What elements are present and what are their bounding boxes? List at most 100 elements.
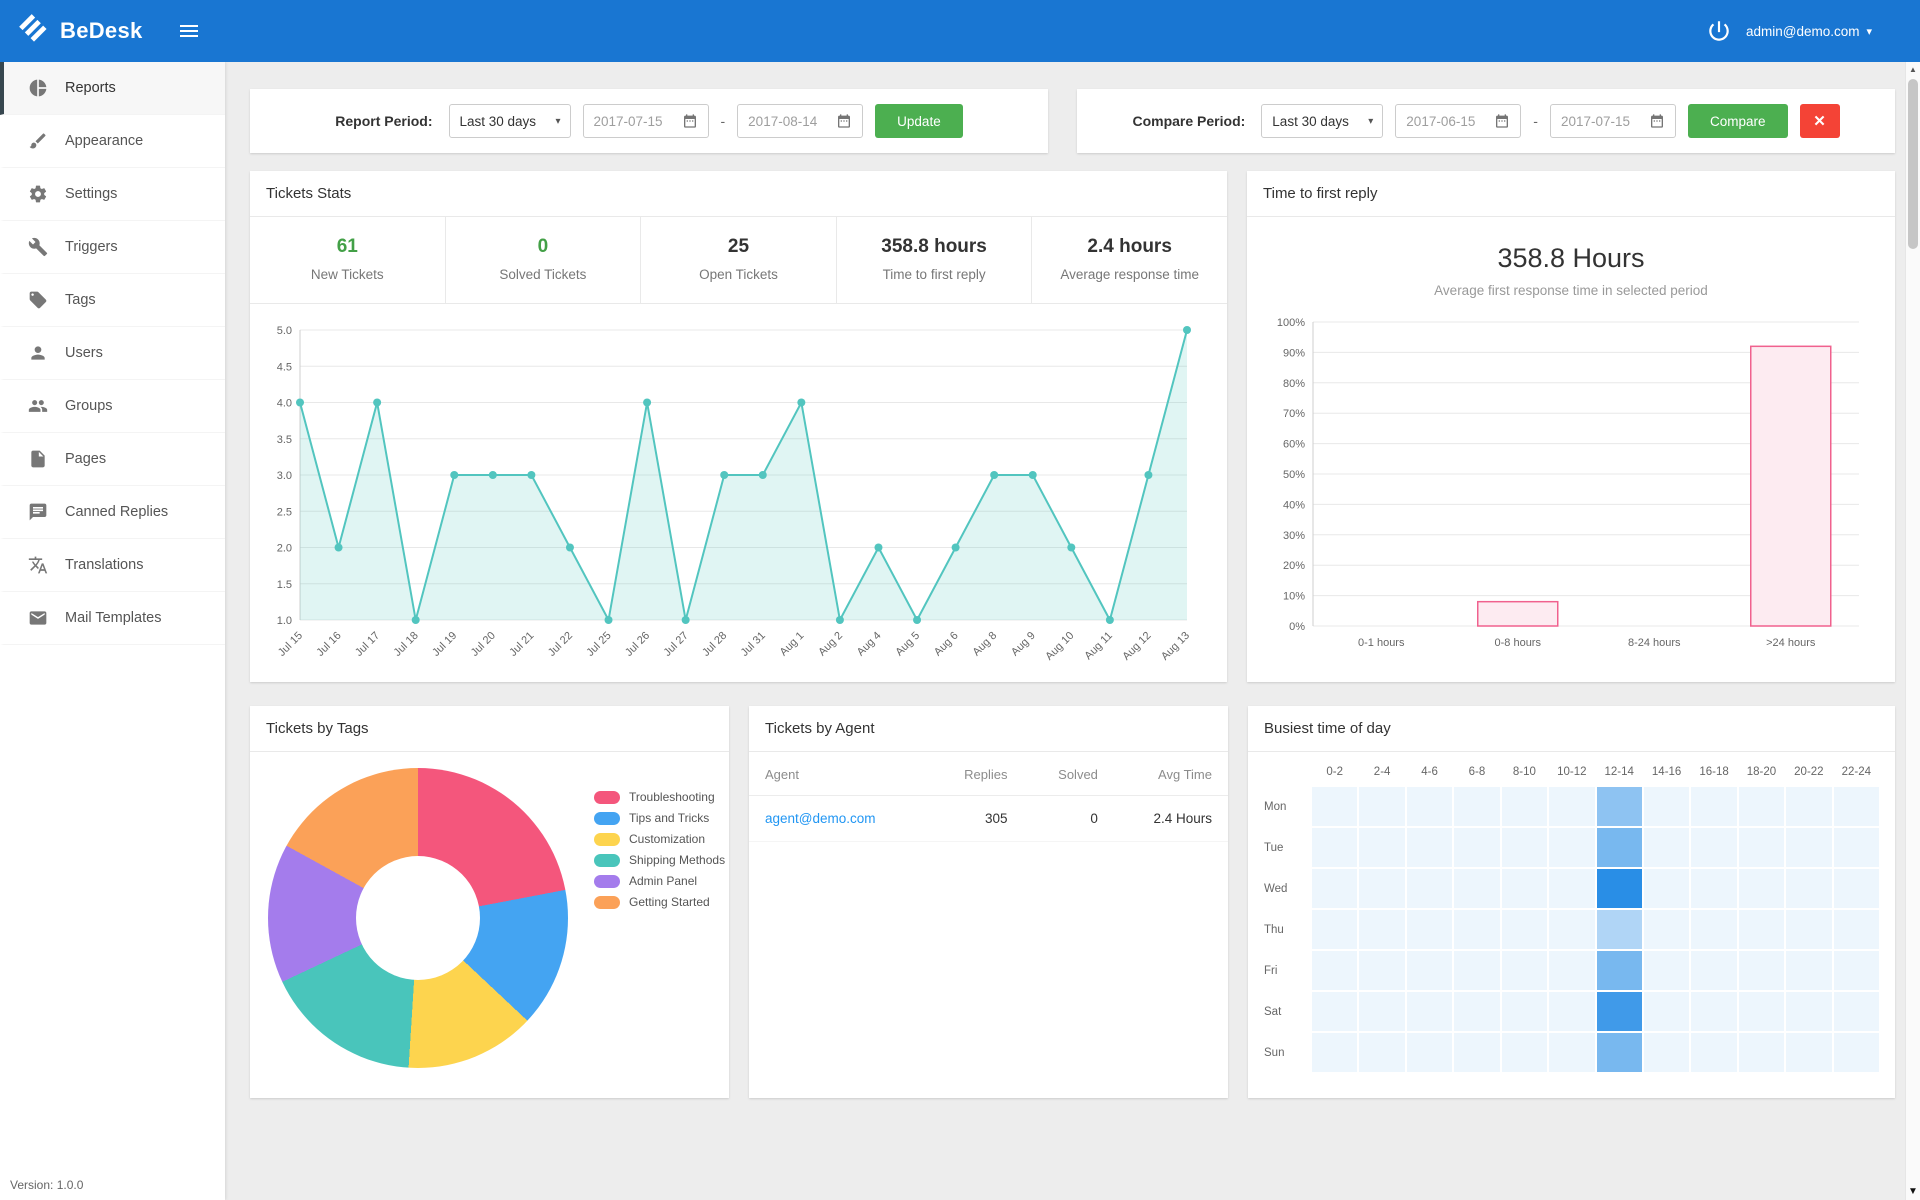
tag-icon bbox=[28, 290, 48, 310]
tickets-by-agent-panel: Tickets by Agent AgentRepliesSolvedAvg T… bbox=[749, 706, 1228, 1098]
gear-icon bbox=[28, 184, 48, 204]
stat-time-to-first-reply: 358.8 hours Time to first reply bbox=[837, 217, 1033, 303]
sidebar-item-label: Mail Templates bbox=[65, 610, 161, 626]
chevron-down-icon: ▾ bbox=[1368, 116, 1373, 127]
heatmap-cell bbox=[1739, 910, 1784, 949]
report-period-select-value: Last 30 days bbox=[460, 114, 537, 129]
page-icon bbox=[28, 449, 48, 469]
svg-text:3.0: 3.0 bbox=[277, 470, 292, 482]
svg-text:50%: 50% bbox=[1283, 469, 1305, 481]
heatmap-cell bbox=[1502, 992, 1547, 1031]
heatmap-cell bbox=[1834, 910, 1879, 949]
heatmap-cell bbox=[1407, 787, 1452, 826]
legend-swatch bbox=[594, 833, 620, 846]
svg-text:10%: 10% bbox=[1283, 591, 1305, 603]
stat-label: Average response time bbox=[1038, 267, 1221, 282]
sidebar-item-users[interactable]: Users bbox=[0, 327, 225, 380]
donut-wrap: Troubleshooting Tips and Tricks Customiz… bbox=[250, 752, 729, 1068]
scrollbar[interactable]: ▲ ▼ bbox=[1905, 62, 1920, 1200]
heatmap-cell bbox=[1834, 1033, 1879, 1072]
brush-icon bbox=[28, 131, 48, 151]
heatmap-cell bbox=[1786, 787, 1831, 826]
sidebar-item-label: Settings bbox=[65, 186, 117, 202]
svg-text:Jul 31: Jul 31 bbox=[739, 630, 768, 659]
compare-period-select[interactable]: Last 30 days ▾ bbox=[1261, 104, 1383, 138]
brand-name: BeDesk bbox=[60, 18, 143, 44]
compare-from-date-input[interactable]: 2017-06-15 bbox=[1395, 104, 1521, 138]
svg-text:80%: 80% bbox=[1283, 378, 1305, 390]
heatmap-cell bbox=[1597, 869, 1642, 908]
user-menu[interactable]: admin@demo.com ▾ bbox=[1746, 24, 1872, 39]
heatmap-cell bbox=[1691, 787, 1736, 826]
close-icon: ✕ bbox=[1813, 113, 1826, 130]
heatmap-cell bbox=[1549, 910, 1594, 949]
logout-power-icon[interactable] bbox=[1706, 18, 1732, 44]
svg-text:Jul 26: Jul 26 bbox=[623, 630, 652, 659]
heatmap-cell bbox=[1454, 787, 1499, 826]
close-compare-button[interactable]: ✕ bbox=[1800, 104, 1840, 138]
svg-text:Jul 16: Jul 16 bbox=[314, 630, 343, 659]
svg-text:4.5: 4.5 bbox=[277, 361, 292, 373]
stat-value: 358.8 hours bbox=[843, 236, 1026, 258]
sidebar-item-mail-templates[interactable]: Mail Templates bbox=[0, 592, 225, 645]
compare-to-date-input[interactable]: 2017-07-15 bbox=[1550, 104, 1676, 138]
sidebar-item-reports[interactable]: Reports bbox=[0, 62, 225, 115]
legend-label: Troubleshooting bbox=[629, 790, 715, 804]
svg-text:Aug 5: Aug 5 bbox=[893, 630, 922, 659]
heatmap-cell bbox=[1454, 869, 1499, 908]
compare-to-date-value: 2017-07-15 bbox=[1561, 114, 1630, 129]
scrollbar-thumb[interactable] bbox=[1908, 79, 1918, 249]
sidebar-item-settings[interactable]: Settings bbox=[0, 168, 225, 221]
update-button[interactable]: Update bbox=[875, 104, 963, 138]
sidebar-item-canned-replies[interactable]: Canned Replies bbox=[0, 486, 225, 539]
heatmap-day-label: Fri bbox=[1264, 951, 1310, 990]
scroll-down-icon[interactable]: ▼ bbox=[1906, 1186, 1920, 1197]
heatmap-cell bbox=[1549, 951, 1594, 990]
compare-button[interactable]: Compare bbox=[1688, 104, 1788, 138]
busiest-heatmap: 0-22-44-66-88-1010-1212-1414-1616-1818-2… bbox=[1248, 752, 1895, 1072]
report-from-date-input[interactable]: 2017-07-15 bbox=[583, 104, 709, 138]
svg-text:70%: 70% bbox=[1283, 408, 1305, 420]
heatmap-cell bbox=[1312, 910, 1357, 949]
heatmap-cell bbox=[1597, 828, 1642, 867]
svg-text:1.0: 1.0 bbox=[277, 615, 292, 627]
heatmap-cell bbox=[1359, 869, 1404, 908]
svg-text:Jul 17: Jul 17 bbox=[353, 630, 382, 659]
bottom-row: Tickets by Tags Troubleshooting Tips and… bbox=[250, 706, 1895, 1098]
heatmap-cell bbox=[1691, 992, 1736, 1031]
report-period-select[interactable]: Last 30 days ▾ bbox=[449, 104, 571, 138]
sidebar-item-label: Groups bbox=[65, 398, 113, 414]
scroll-up-icon[interactable]: ▲ bbox=[1906, 65, 1920, 74]
sidebar-item-triggers[interactable]: Triggers bbox=[0, 221, 225, 274]
heatmap-cell bbox=[1549, 992, 1594, 1031]
sidebar-item-tags[interactable]: Tags bbox=[0, 274, 225, 327]
heatmap-cell bbox=[1739, 828, 1784, 867]
stat-solved-tickets: 0 Solved Tickets bbox=[446, 217, 642, 303]
heatmap-cell bbox=[1644, 787, 1689, 826]
calendar-icon bbox=[836, 113, 852, 129]
sidebar-item-pages[interactable]: Pages bbox=[0, 433, 225, 486]
report-to-date-input[interactable]: 2017-08-14 bbox=[737, 104, 863, 138]
heatmap-cell bbox=[1597, 992, 1642, 1031]
solved-cell: 0 bbox=[1024, 796, 1114, 842]
sidebar-nav: ReportsAppearance Settings TriggersTagsUse… bbox=[0, 62, 225, 645]
svg-text:Aug 12: Aug 12 bbox=[1120, 630, 1153, 663]
stat-label: Solved Tickets bbox=[452, 267, 635, 282]
agent-email-link[interactable]: agent@demo.com bbox=[765, 811, 876, 826]
heatmap-cell bbox=[1739, 869, 1784, 908]
sidebar-item-groups[interactable]: Groups bbox=[0, 380, 225, 433]
sidebar-item-appearance[interactable]: Appearance bbox=[0, 115, 225, 168]
menu-toggle-button[interactable] bbox=[177, 19, 201, 43]
tickets-by-agent-title: Tickets by Agent bbox=[749, 706, 1228, 752]
column-header-replies: Replies bbox=[929, 754, 1024, 796]
heatmap-cell bbox=[1549, 828, 1594, 867]
hamburger-icon bbox=[177, 19, 201, 43]
heatmap-cell bbox=[1597, 787, 1642, 826]
heatmap-cell bbox=[1834, 787, 1879, 826]
heatmap-hour-label: 16-18 bbox=[1691, 766, 1736, 785]
heatmap-cell bbox=[1834, 828, 1879, 867]
sidebar-item-translations[interactable]: Translations bbox=[0, 539, 225, 592]
heatmap-cell bbox=[1786, 869, 1831, 908]
svg-text:Jul 19: Jul 19 bbox=[430, 630, 459, 659]
heatmap-cell bbox=[1644, 992, 1689, 1031]
